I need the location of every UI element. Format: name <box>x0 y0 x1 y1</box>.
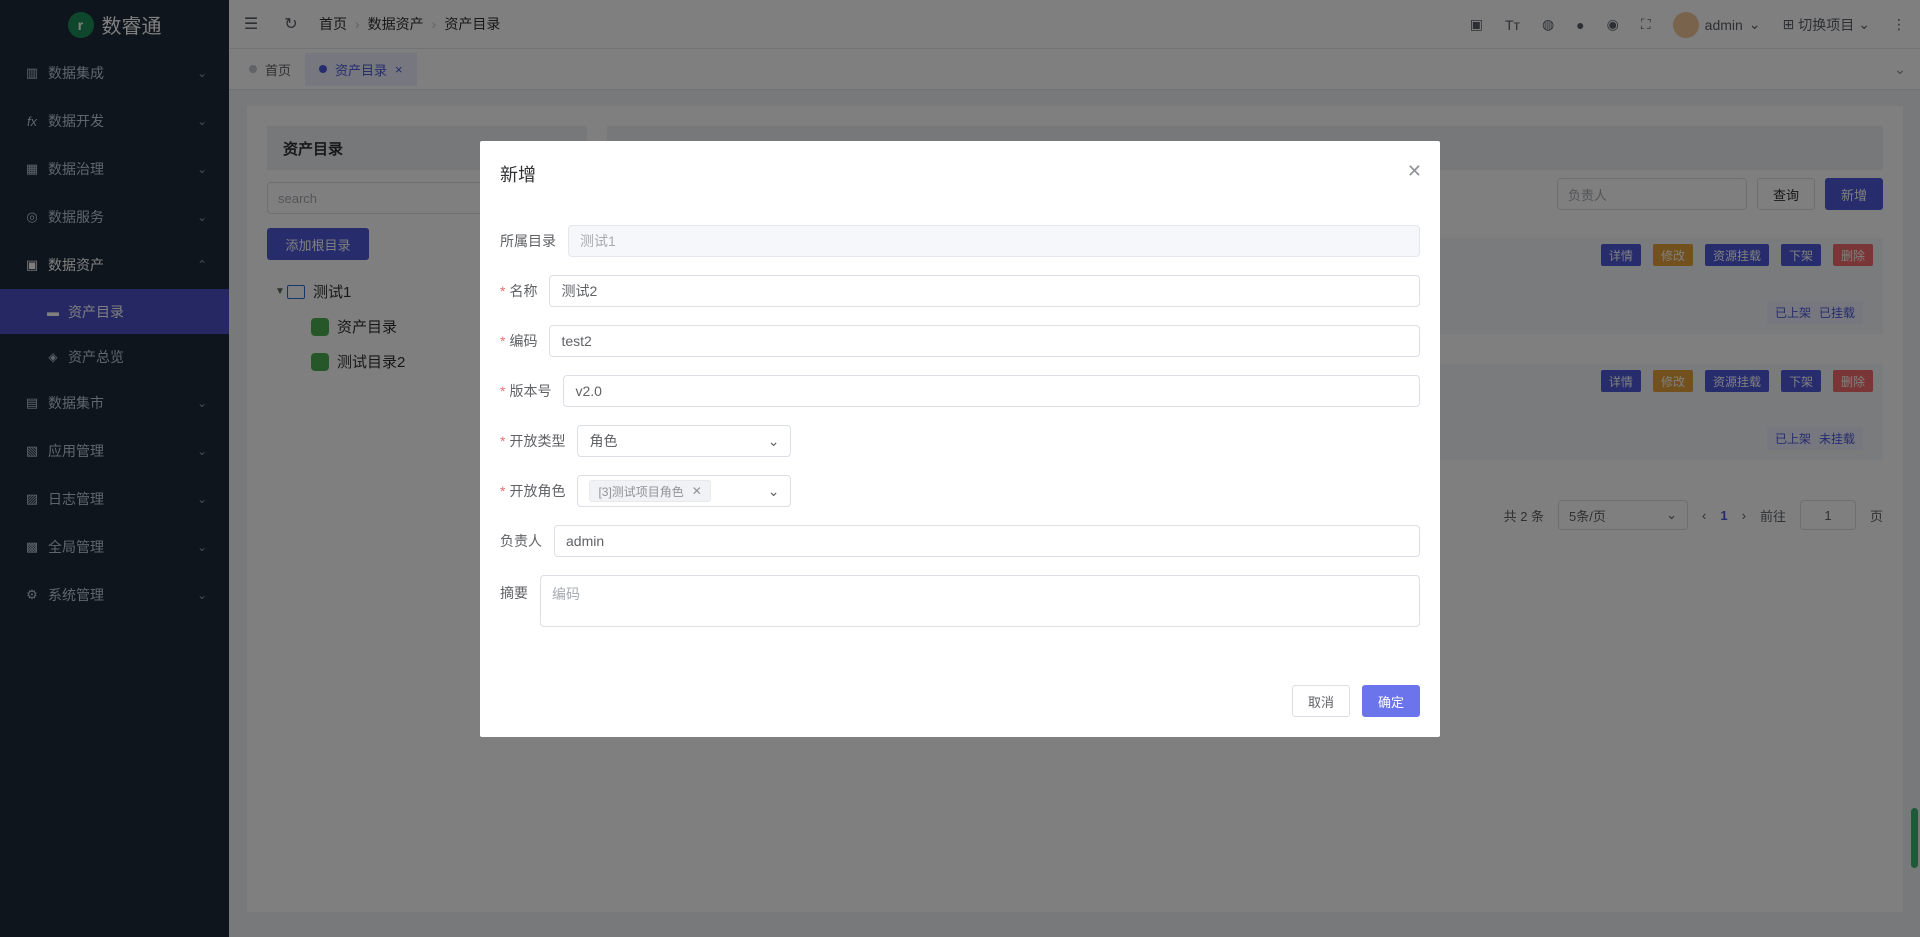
summary-textarea[interactable]: 编码 <box>540 575 1420 627</box>
owner-field[interactable]: admin <box>554 525 1420 557</box>
version-label: * 版本号 <box>500 383 552 399</box>
form-row-version: * 版本号 v2.0 <box>500 375 1420 407</box>
open-role-label: * 开放角色 <box>500 483 566 499</box>
label-text: 开放类型 <box>509 433 566 449</box>
cancel-button[interactable]: 取消 <box>1291 685 1350 717</box>
form-row-code: * 编码 test2 <box>500 325 1420 357</box>
owner-label: 负责人 <box>500 533 542 549</box>
form-row-summary: 摘要 编码 <box>500 575 1420 627</box>
role-chip-label: [3]测试项目角色 <box>598 484 684 499</box>
label-text: 版本号 <box>509 383 552 399</box>
dialog-title: 新增 <box>500 165 536 185</box>
confirm-button[interactable]: 确定 <box>1361 685 1420 717</box>
form-row-open-type: * 开放类型 角色 ⌄ <box>500 425 1420 457</box>
catalog-field: 测试1 <box>568 225 1420 257</box>
open-type-label: * 开放类型 <box>500 433 566 449</box>
close-icon[interactable]: ✕ <box>692 484 702 498</box>
summary-label: 摘要 <box>500 585 528 601</box>
version-field[interactable]: v2.0 <box>563 375 1420 407</box>
add-asset-dialog: 新增 ✕ 所属目录 测试1 * 名称 测试2 * 编码 test2 * 版本号 v2.… <box>480 141 1440 737</box>
name-field[interactable]: 测试2 <box>549 275 1420 307</box>
label-text: 开放角色 <box>509 483 566 499</box>
label-text: 编码 <box>509 333 538 349</box>
role-chip: [3]测试项目角色 ✕ <box>589 480 711 502</box>
form-row-name: * 名称 测试2 <box>500 275 1420 307</box>
form-row-open-role: * 开放角色 [3]测试项目角色 ✕ ⌄ <box>500 475 1420 507</box>
label-text: 名称 <box>509 283 538 299</box>
code-field[interactable]: test2 <box>549 325 1420 357</box>
catalog-label: 所属目录 <box>500 233 556 249</box>
open-type-value: 角色 <box>589 433 618 449</box>
close-icon[interactable]: ✕ <box>1407 161 1422 182</box>
form-row-owner: 负责人 admin <box>500 525 1420 557</box>
open-role-multiselect[interactable]: [3]测试项目角色 ✕ ⌄ <box>577 475 792 507</box>
dialog-footer: 取消 确定 <box>1291 685 1420 717</box>
chevron-down-icon: ⌄ <box>767 432 780 449</box>
name-label: * 名称 <box>500 283 538 299</box>
code-label: * 编码 <box>500 333 538 349</box>
chevron-down-icon: ⌄ <box>767 482 780 499</box>
open-type-select[interactable]: 角色 ⌄ <box>577 425 792 457</box>
form-row-catalog: 所属目录 测试1 <box>500 225 1420 257</box>
